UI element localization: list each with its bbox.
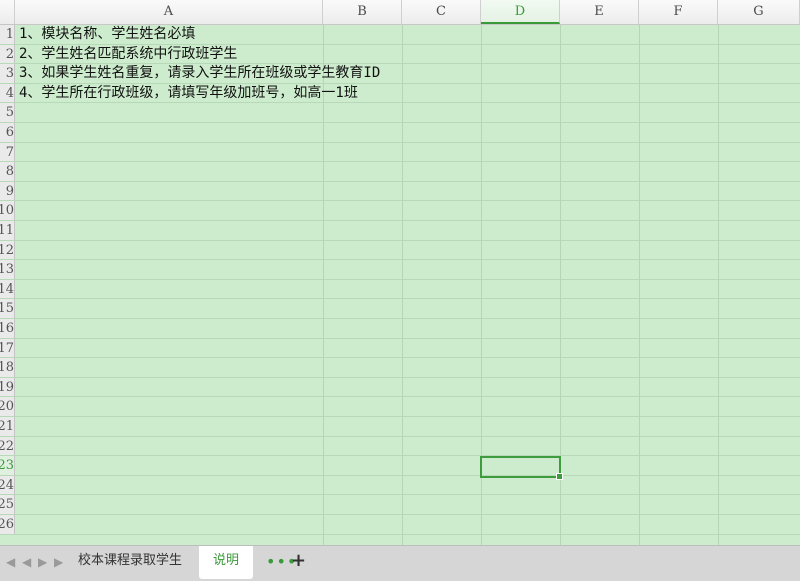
column-divider: [639, 25, 640, 545]
table-row: 23: [0, 456, 800, 476]
prev-sheet-icon[interactable]: ◀: [22, 555, 31, 569]
row-header[interactable]: 4: [0, 83, 15, 103]
table-row: 24: [0, 475, 800, 496]
row-header[interactable]: 17: [0, 338, 15, 358]
spreadsheet-grid[interactable]: A B C D E F G 26252423222120191817161514…: [0, 0, 800, 545]
column-header-row: A B C D E F G: [0, 0, 800, 25]
cell-a3[interactable]: 3、如果学生姓名重复，请录入学生所在班级或学生教育ID: [19, 64, 380, 83]
row-header[interactable]: 11: [0, 221, 15, 240]
row-header[interactable]: 21: [0, 417, 15, 436]
row-header[interactable]: 1: [0, 25, 15, 44]
table-row: 22: [0, 436, 800, 457]
row-header[interactable]: 15: [0, 299, 15, 318]
column-header-b[interactable]: B: [323, 0, 402, 24]
table-row: 14: [0, 279, 800, 300]
table-row: 9: [0, 181, 800, 202]
row-header[interactable]: 5: [0, 103, 15, 122]
table-row: 18: [0, 358, 800, 378]
row-header[interactable]: 12: [0, 240, 15, 260]
table-row: 8: [0, 162, 800, 182]
table-row: 6: [0, 123, 800, 143]
table-row: 16: [0, 319, 800, 339]
row-header[interactable]: 8: [0, 162, 15, 181]
row-header[interactable]: 19: [0, 377, 15, 397]
table-row: 17: [0, 338, 800, 359]
cell-a2[interactable]: 2、学生姓名匹配系统中行政班学生: [19, 45, 237, 64]
first-sheet-icon[interactable]: ◀: [6, 555, 15, 569]
row-header[interactable]: 13: [0, 260, 15, 279]
column-header-g[interactable]: G: [718, 0, 800, 24]
table-row: 25: [0, 495, 800, 515]
row-header[interactable]: 23: [0, 456, 15, 475]
table-row: 7: [0, 142, 800, 163]
row-header[interactable]: 2: [0, 44, 15, 64]
column-divider: [402, 25, 403, 545]
table-row: 15: [0, 299, 800, 319]
row-header[interactable]: 26: [0, 515, 15, 534]
add-sheet-icon[interactable]: +: [291, 550, 306, 571]
table-row: 13: [0, 260, 800, 280]
table-row: 20: [0, 397, 800, 417]
row-header[interactable]: 3: [0, 64, 15, 83]
select-all-corner[interactable]: [0, 0, 15, 24]
column-header-c[interactable]: C: [402, 0, 481, 24]
cell-a1[interactable]: 1、模块名称、学生姓名必填: [19, 25, 195, 44]
column-divider: [323, 25, 324, 545]
fill-handle[interactable]: [556, 473, 563, 480]
table-row: 19: [0, 377, 800, 398]
row-header[interactable]: 25: [0, 495, 15, 514]
row-header[interactable]: 10: [0, 201, 15, 220]
row-header[interactable]: 9: [0, 181, 15, 201]
column-header-f[interactable]: F: [639, 0, 718, 24]
table-row: 21: [0, 417, 800, 437]
cell-area[interactable]: 2625242322212019181716151413121110987654…: [0, 25, 800, 545]
row-header[interactable]: 20: [0, 397, 15, 416]
row-header[interactable]: 22: [0, 436, 15, 456]
column-header-e[interactable]: E: [560, 0, 639, 24]
next-sheet-icon[interactable]: ▶: [38, 555, 47, 569]
selected-cell-d23[interactable]: [480, 456, 563, 480]
row-header[interactable]: 16: [0, 319, 15, 338]
sheet-tab-instructions[interactable]: 说明: [199, 546, 254, 579]
table-row: 26: [0, 515, 800, 535]
row-header[interactable]: 14: [0, 279, 15, 299]
last-sheet-icon[interactable]: ▶: [54, 555, 63, 569]
column-divider: [718, 25, 719, 545]
row-header[interactable]: 18: [0, 358, 15, 377]
table-row: 5: [0, 103, 800, 123]
cell-a4[interactable]: 4、学生所在行政班级，请填写年级加班号，如高一1班: [19, 84, 358, 103]
table-row: 10: [0, 201, 800, 221]
table-row: 11: [0, 221, 800, 241]
row-header[interactable]: 7: [0, 142, 15, 162]
table-row: 12: [0, 240, 800, 261]
row-header[interactable]: 6: [0, 123, 15, 142]
column-header-a[interactable]: A: [15, 0, 323, 24]
column-header-d[interactable]: D: [481, 0, 560, 24]
sheet-tab-course-students[interactable]: 校本课程录取学生: [64, 546, 196, 576]
sheet-tab-bar: ◀ ◀ ▶ ▶ 校本课程录取学生 说明 ••• +: [0, 545, 800, 581]
row-header[interactable]: 24: [0, 475, 15, 495]
